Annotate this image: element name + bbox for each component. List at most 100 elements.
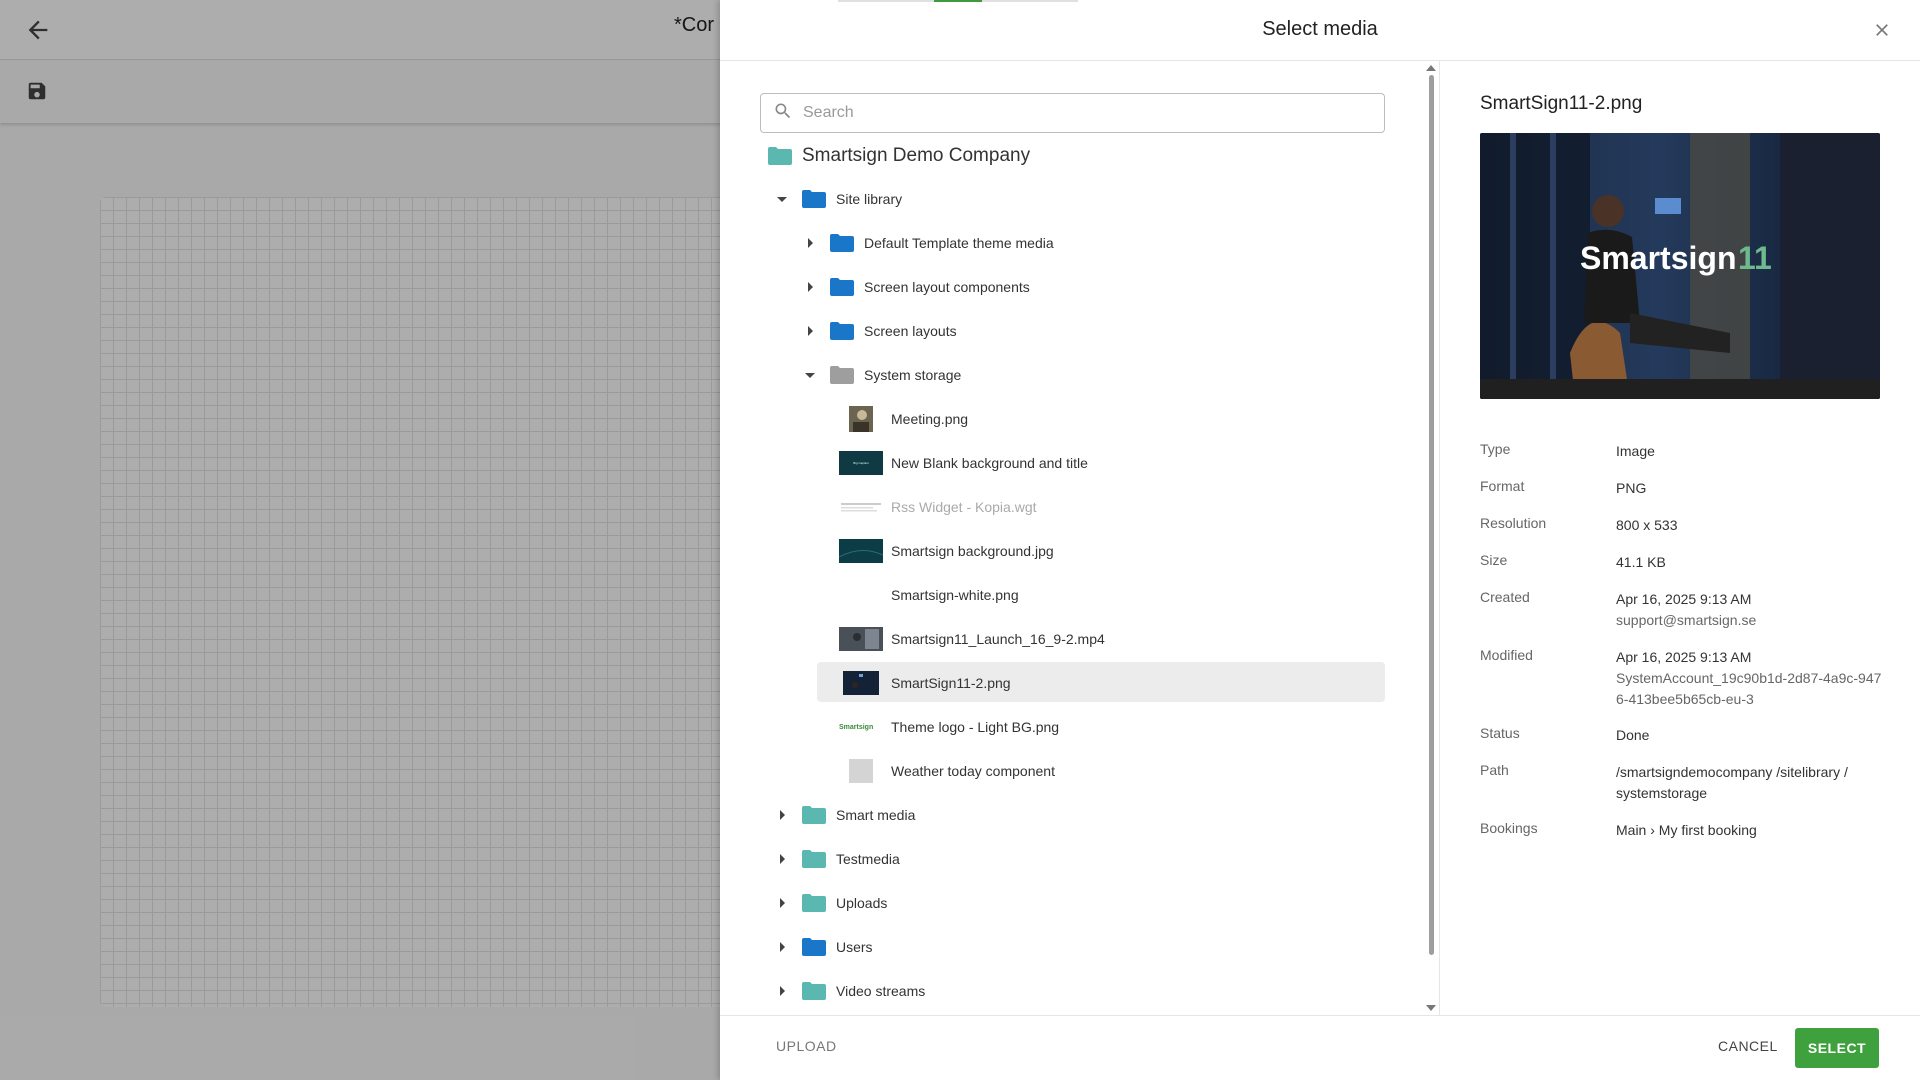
chevron-down-icon[interactable]: [802, 367, 818, 383]
image-thumbnail: [839, 581, 883, 609]
meta-value: PNG: [1616, 480, 1647, 496]
meta-value: Image: [1616, 443, 1655, 459]
modified-date: Apr 16, 2025 9:13 AM: [1616, 649, 1752, 665]
tree-root[interactable]: Smartsign Demo Company: [768, 136, 1030, 176]
scroll-up-arrow-icon[interactable]: [1426, 65, 1436, 71]
tree-item-smart-media[interactable]: Smart media: [774, 795, 915, 835]
file-name: SmartSign11-2.png: [891, 675, 1011, 691]
tree-item-screen-layouts[interactable]: Screen layouts: [802, 311, 957, 351]
scroll-thumb[interactable]: [1429, 75, 1434, 955]
file-item[interactable]: Weather today component: [839, 751, 1055, 791]
tree-item-video-streams[interactable]: Video streams: [774, 971, 925, 1011]
tree-scrollbar[interactable]: [1425, 61, 1437, 1015]
file-item[interactable]: Smartsign background.jpg: [839, 531, 1054, 571]
media-tree-pane: Smartsign Demo Company Site library Defa…: [720, 61, 1440, 1015]
tree-item-default-template[interactable]: Default Template theme media: [802, 223, 1054, 263]
folder-icon: [802, 190, 826, 208]
chevron-right-icon[interactable]: [774, 851, 790, 867]
image-thumbnail: [839, 405, 883, 433]
video-thumbnail: [839, 625, 883, 653]
meta-label: Format: [1480, 478, 1525, 494]
tree-item-label: Smart media: [836, 807, 916, 823]
meta-value[interactable]: Main › My first booking: [1616, 820, 1886, 841]
file-item[interactable]: Big Caption New Blank background and tit…: [839, 443, 1088, 483]
file-name: New Blank background and title: [891, 455, 1088, 471]
meta-label: Status: [1480, 725, 1520, 741]
tree-item-uploads[interactable]: Uploads: [774, 883, 887, 923]
image-thumbnail: Big Caption: [839, 451, 883, 475]
folder-icon: [802, 850, 826, 868]
modified-by: SystemAccount_19c90b1d-2d87-4a9c-9476-41…: [1616, 670, 1882, 707]
tree-item-site-library[interactable]: Site library: [774, 179, 902, 219]
meta-value: Apr 16, 2025 9:13 AM support@smartsign.s…: [1616, 589, 1886, 631]
file-name: Smartsign11_Launch_16_9-2.mp4: [891, 631, 1105, 647]
dialog-title: Select media: [1262, 18, 1378, 40]
file-item[interactable]: Meeting.png: [839, 399, 968, 439]
created-by: support@smartsign.se: [1616, 612, 1757, 628]
dialog-header: Select media: [720, 0, 1920, 61]
search-box[interactable]: [760, 93, 1385, 133]
tree-item-label: Uploads: [836, 895, 888, 911]
file-item[interactable]: Smartsign Theme logo - Light BG.png: [839, 707, 1059, 747]
scroll-down-arrow-icon[interactable]: [1426, 1005, 1436, 1011]
chevron-right-icon[interactable]: [802, 279, 818, 295]
meta-label: Path: [1480, 762, 1509, 778]
preview-logo-text: Smartsign: [1580, 240, 1736, 276]
close-icon[interactable]: [1868, 16, 1896, 44]
chevron-right-icon[interactable]: [802, 323, 818, 339]
file-name: Smartsign-white.png: [891, 587, 1019, 603]
select-button[interactable]: SELECT: [1795, 1028, 1879, 1068]
meta-value: /smartsigndemocompany /sitelibrary / sys…: [1616, 764, 1848, 801]
created-date: Apr 16, 2025 9:13 AM: [1616, 591, 1752, 607]
folder-icon: [802, 894, 826, 912]
chevron-right-icon[interactable]: [802, 235, 818, 251]
thumbnail-caption: Smartsign: [839, 723, 874, 731]
folder-icon: [830, 234, 854, 252]
file-name: Rss Widget - Kopia.wgt: [891, 499, 1037, 515]
meta-label: Modified: [1480, 647, 1533, 663]
dialog-footer: UPLOAD CANCEL SELECT: [720, 1015, 1920, 1080]
tree-item-users[interactable]: Users: [774, 927, 873, 967]
tree-item-label: Testmedia: [836, 851, 900, 867]
upload-button[interactable]: UPLOAD: [776, 1038, 837, 1054]
tree-item-label: Site library: [836, 191, 903, 207]
tree-item-system-storage[interactable]: System storage: [802, 355, 961, 395]
cancel-button[interactable]: CANCEL: [1718, 1038, 1778, 1054]
file-name: Theme logo - Light BG.png: [891, 719, 1060, 735]
chevron-right-icon[interactable]: [774, 807, 790, 823]
meta-value: 800 x 533: [1616, 517, 1678, 533]
meta-label: Created: [1480, 589, 1530, 605]
search-icon: [773, 101, 793, 126]
file-name: Meeting.png: [891, 411, 969, 427]
image-thumbnail: [839, 537, 883, 565]
file-item-selected[interactable]: SmartSign11-2.png: [839, 663, 1011, 703]
folder-icon: [830, 322, 854, 340]
tree-item-testmedia[interactable]: Testmedia: [774, 839, 900, 879]
file-name: Smartsign background.jpg: [891, 543, 1054, 559]
tree-item-label: Users: [836, 939, 873, 955]
preview-logo-number: 11: [1738, 240, 1772, 276]
folder-icon: [768, 147, 792, 165]
file-name: Weather today component: [891, 763, 1055, 779]
chevron-right-icon[interactable]: [774, 983, 790, 999]
file-item[interactable]: Smartsign-white.png: [839, 575, 1019, 615]
folder-icon: [802, 938, 826, 956]
search-input[interactable]: [803, 104, 1363, 122]
tree-item-label: Screen layout components: [864, 279, 1030, 295]
chevron-right-icon[interactable]: [774, 895, 790, 911]
file-item[interactable]: Rss Widget - Kopia.wgt: [839, 487, 1037, 527]
tab-indicator: [838, 0, 1078, 2]
logo-thumbnail: Smartsign: [839, 713, 883, 741]
chevron-down-icon[interactable]: [774, 191, 790, 207]
tree-item-screen-layout-components[interactable]: Screen layout components: [802, 267, 1030, 307]
file-item[interactable]: Smartsign11_Launch_16_9-2.mp4: [839, 619, 1105, 659]
meta-label: Size: [1480, 552, 1508, 568]
image-thumbnail: [839, 669, 883, 697]
chevron-right-icon[interactable]: [774, 939, 790, 955]
folder-icon: [830, 278, 854, 296]
tree-root-label: Smartsign Demo Company: [802, 145, 1031, 166]
meta-label: Bookings: [1480, 820, 1538, 836]
meta-value: Done: [1616, 727, 1650, 743]
image-preview: Smartsign 11: [1480, 133, 1880, 399]
tree-item-label: Video streams: [836, 983, 926, 999]
